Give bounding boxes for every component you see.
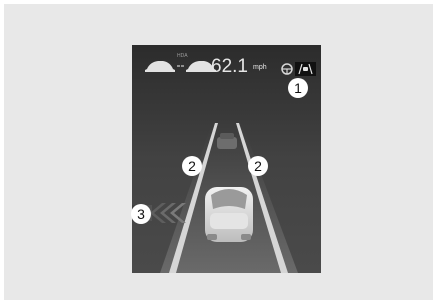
callout-2-right: 2 bbox=[248, 156, 268, 176]
lead-car-icon bbox=[217, 133, 237, 149]
figure-frame: HDA 62.1 mph 1 2 2 3 bbox=[4, 4, 433, 300]
mode-label: HDA bbox=[177, 53, 188, 59]
callout-3: 3 bbox=[131, 204, 151, 224]
lane-assist-icon bbox=[295, 62, 316, 76]
callout-2-left: 2 bbox=[182, 156, 202, 176]
callout-1: 1 bbox=[288, 78, 308, 98]
own-car-icon bbox=[205, 187, 253, 242]
speed-unit: mph bbox=[253, 64, 267, 71]
set-speed-value: 62.1 bbox=[211, 56, 248, 77]
